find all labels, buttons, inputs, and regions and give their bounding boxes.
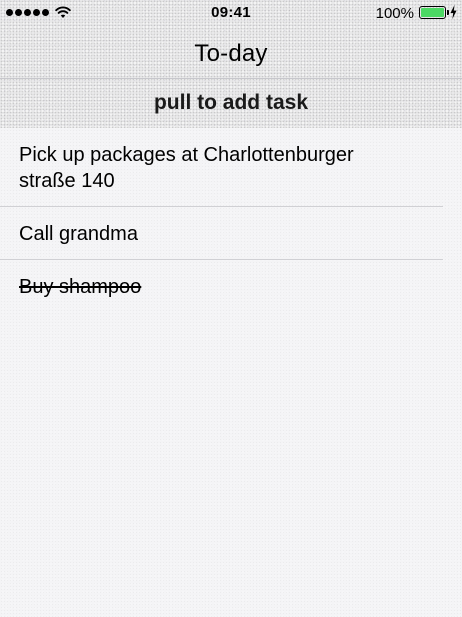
task-text: Call grandma [19,223,138,245]
battery-percent: 100% [375,5,414,22]
task-text: Buy shampoo [19,276,142,298]
battery-level-fill [421,8,444,17]
task-list: Pick up packages at Charlottenburger str… [0,128,462,312]
status-bar: 09:41 100% [0,0,462,26]
task-text: Pick up packages at Charlottenburger str… [19,144,354,192]
battery-icon [419,6,449,19]
charging-bolt-icon [450,5,457,19]
task-row[interactable]: Call grandma [0,207,443,260]
task-row[interactable]: Buy shampoo [0,260,443,312]
pull-to-add-hint[interactable]: pull to add task [0,91,462,115]
header-area: 09:41 100% To-day pull to add task [0,0,462,128]
task-row[interactable]: Pick up packages at Charlottenburger str… [0,128,443,207]
nav-divider [0,78,462,79]
page-title: To-day [194,40,268,67]
